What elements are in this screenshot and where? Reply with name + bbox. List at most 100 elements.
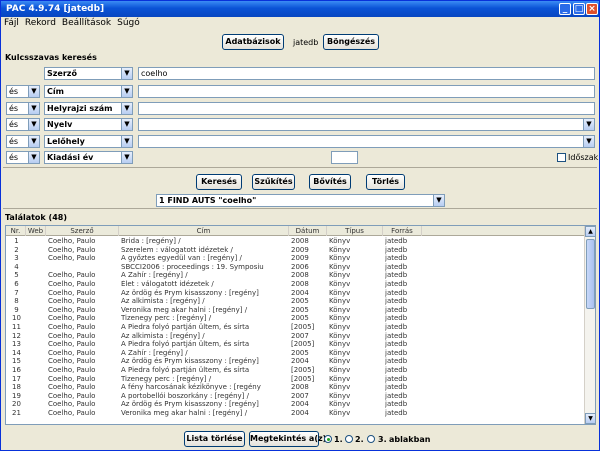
cell-type: Könyv bbox=[329, 383, 351, 392]
table-row[interactable]: 15 Coelho, Paulo Az ördög és Prym kisasszo… bbox=[6, 357, 584, 366]
browse-button[interactable]: Böngészés bbox=[323, 34, 379, 50]
window-3-radio[interactable] bbox=[367, 435, 375, 443]
table-row[interactable]: 14 Coelho, Paulo A Zahír : [regény] / 2005 K… bbox=[6, 349, 584, 358]
divider bbox=[3, 208, 597, 209]
scroll-thumb[interactable] bbox=[586, 239, 595, 309]
period-label: Időszak bbox=[568, 153, 599, 162]
table-row[interactable]: 16 Coelho, Paulo A Piedra folyó partján ül… bbox=[6, 366, 584, 375]
chevron-down-icon: ▼ bbox=[583, 136, 594, 147]
window-1-radio[interactable] bbox=[324, 435, 332, 443]
col-type[interactable]: Típus bbox=[327, 226, 383, 236]
operator-select-6[interactable]: és ▼ bbox=[6, 151, 40, 164]
chevron-down-icon: ▼ bbox=[121, 103, 132, 114]
language-select[interactable]: ▼ bbox=[138, 118, 595, 131]
cell-author: Coelho, Paulo bbox=[48, 391, 96, 400]
field-select-6[interactable]: Kiadási év ▼ bbox=[44, 151, 133, 164]
table-row[interactable]: 20 Coelho, Paulo Az ördög és Prym kisasszo… bbox=[6, 400, 584, 409]
table-row[interactable]: 9 Coelho, Paulo Veronika meg akar halni : … bbox=[6, 306, 584, 315]
field-select-3[interactable]: Helyrajzi szám ▼ bbox=[44, 102, 133, 115]
cell-date: 2005 bbox=[291, 348, 309, 357]
table-row[interactable]: 10 Coelho, Paulo Tizenegy perc : [regény] … bbox=[6, 314, 584, 323]
expand-button[interactable]: Bővítés bbox=[309, 174, 351, 190]
search-term-input-2[interactable] bbox=[138, 85, 595, 98]
cell-nr: 12 bbox=[12, 331, 21, 340]
cell-web bbox=[28, 314, 45, 323]
table-row[interactable]: 1 Coelho, Paulo Brida : [regény] / 2008 Köny… bbox=[6, 237, 584, 246]
field-select-5[interactable]: Lelőhely ▼ bbox=[44, 135, 133, 148]
table-row[interactable]: 21 Coelho, Paulo Veronika meg akar halni :… bbox=[6, 409, 584, 418]
cell-nr: 16 bbox=[12, 366, 21, 374]
close-icon[interactable]: × bbox=[586, 3, 598, 15]
table-row[interactable]: 3 Coelho, Paulo A győztes egyedül van : [r… bbox=[6, 254, 584, 263]
operator-select-5[interactable]: és ▼ bbox=[6, 135, 40, 148]
col-date[interactable]: Dátum bbox=[289, 226, 327, 236]
maximize-icon[interactable]: □ bbox=[573, 3, 585, 15]
table-row[interactable]: 19 Coelho, Paulo A portobellói boszorkány … bbox=[6, 392, 584, 401]
view-button[interactable]: Megtekintés a(z) bbox=[249, 431, 326, 447]
cell-author: Coelho, Paulo bbox=[48, 297, 96, 306]
table-row[interactable]: 7 Coelho, Paulo Az ördög és Prym kisasszon… bbox=[6, 289, 584, 298]
cell-source: jatedb bbox=[385, 357, 408, 366]
table-row[interactable]: 5 Coelho, Paulo A Zahír : [regény] / 2008 Kö… bbox=[6, 271, 584, 280]
minimize-icon[interactable]: _ bbox=[559, 3, 571, 15]
search-term-input-3[interactable] bbox=[138, 102, 595, 115]
cell-author: Coelho, Paulo bbox=[48, 314, 96, 323]
clear-list-button[interactable]: Lista törlése bbox=[184, 431, 245, 447]
menu-help[interactable]: Súgó bbox=[114, 17, 143, 30]
cell-type: Könyv bbox=[329, 297, 351, 306]
cell-date: 2004 bbox=[291, 288, 309, 297]
menu-record[interactable]: Rekord bbox=[22, 17, 59, 30]
field-select-1[interactable]: Szerző ▼ bbox=[44, 67, 133, 80]
cell-title: A Zahír : [regény] / bbox=[121, 348, 188, 357]
cell-type: Könyv bbox=[329, 357, 351, 366]
narrow-button[interactable]: Szűkítés bbox=[252, 174, 295, 190]
period-checkbox[interactable] bbox=[557, 153, 566, 162]
cell-title: Tizenegy perc : [regény] / bbox=[121, 314, 212, 323]
field-select-2[interactable]: Cím ▼ bbox=[44, 85, 133, 98]
databases-button[interactable]: Adatbázisok bbox=[222, 34, 284, 50]
cell-title: Az ördög és Prym kisasszony : [regény] bbox=[121, 400, 259, 409]
scroll-up-icon[interactable]: ▲ bbox=[585, 226, 595, 237]
field-select-4[interactable]: Nyelv ▼ bbox=[44, 118, 133, 131]
search-term-input-1[interactable]: coelho bbox=[138, 67, 595, 80]
delete-button[interactable]: Törlés bbox=[366, 174, 405, 190]
table-row[interactable]: 4 SBCCI2006 : proceedings : 19. Symposiu 2… bbox=[6, 263, 584, 272]
cell-title: Veronika meg akar halni : [regény] / bbox=[121, 305, 248, 314]
col-web[interactable]: Web bbox=[26, 226, 46, 236]
menu-settings[interactable]: Beállítások bbox=[59, 17, 114, 30]
cell-author: Coelho, Paulo bbox=[48, 254, 96, 263]
table-row[interactable]: 13 Coelho, Paulo A Piedra folyó partján ül… bbox=[6, 340, 584, 349]
cell-type: Könyv bbox=[329, 288, 351, 297]
chevron-down-icon: ▼ bbox=[121, 68, 132, 79]
col-source[interactable]: Forrás bbox=[383, 226, 422, 236]
location-select[interactable]: ▼ bbox=[138, 135, 595, 148]
menu-file[interactable]: Fájl bbox=[1, 17, 22, 30]
vertical-scrollbar[interactable]: ▲ ▼ bbox=[584, 226, 595, 424]
col-author[interactable]: Szerző bbox=[46, 226, 119, 236]
cell-web bbox=[28, 400, 45, 409]
scroll-down-icon[interactable]: ▼ bbox=[585, 413, 595, 424]
window-2-radio[interactable] bbox=[345, 435, 353, 443]
cell-web bbox=[28, 271, 45, 280]
table-row[interactable]: 2 Coelho, Paulo Szerelem : válogatott idéz… bbox=[6, 246, 584, 255]
table-row[interactable]: 11 Coelho, Paulo A Piedra folyó partján ül… bbox=[6, 323, 584, 332]
chevron-down-icon: ▼ bbox=[121, 136, 132, 147]
cell-source: jatedb bbox=[385, 305, 408, 314]
col-nr[interactable]: Nr. bbox=[6, 226, 26, 236]
table-row[interactable]: 17 Coelho, Paulo Tizenegy perc : [regény] … bbox=[6, 375, 584, 384]
table-row[interactable]: 18 Coelho, Paulo A fény harcosának kézikön… bbox=[6, 383, 584, 392]
operator-select-2[interactable]: és ▼ bbox=[6, 85, 40, 98]
search-button[interactable]: Keresés bbox=[196, 174, 242, 190]
cell-title: A Piedra folyó partján ültem, és sírta bbox=[121, 340, 250, 349]
table-row[interactable]: 6 Coelho, Paulo Élet : válogatott idézetek… bbox=[6, 280, 584, 289]
cell-date: 2006 bbox=[291, 262, 309, 271]
table-row[interactable]: 8 Coelho, Paulo Az alkimista : [regény] / 2… bbox=[6, 297, 584, 306]
cell-web bbox=[28, 349, 45, 358]
col-title[interactable]: Cím bbox=[119, 226, 289, 236]
operator-select-4[interactable]: és ▼ bbox=[6, 118, 40, 131]
year-input[interactable] bbox=[331, 151, 358, 164]
operator-select-3[interactable]: és ▼ bbox=[6, 102, 40, 115]
query-history-select[interactable]: 1 FIND AUTS "coelho" ▼ bbox=[156, 194, 445, 207]
table-row[interactable]: 12 Coelho, Paulo Az alkimista : [regény] /… bbox=[6, 332, 584, 341]
cell-author: Coelho, Paulo bbox=[48, 280, 96, 288]
